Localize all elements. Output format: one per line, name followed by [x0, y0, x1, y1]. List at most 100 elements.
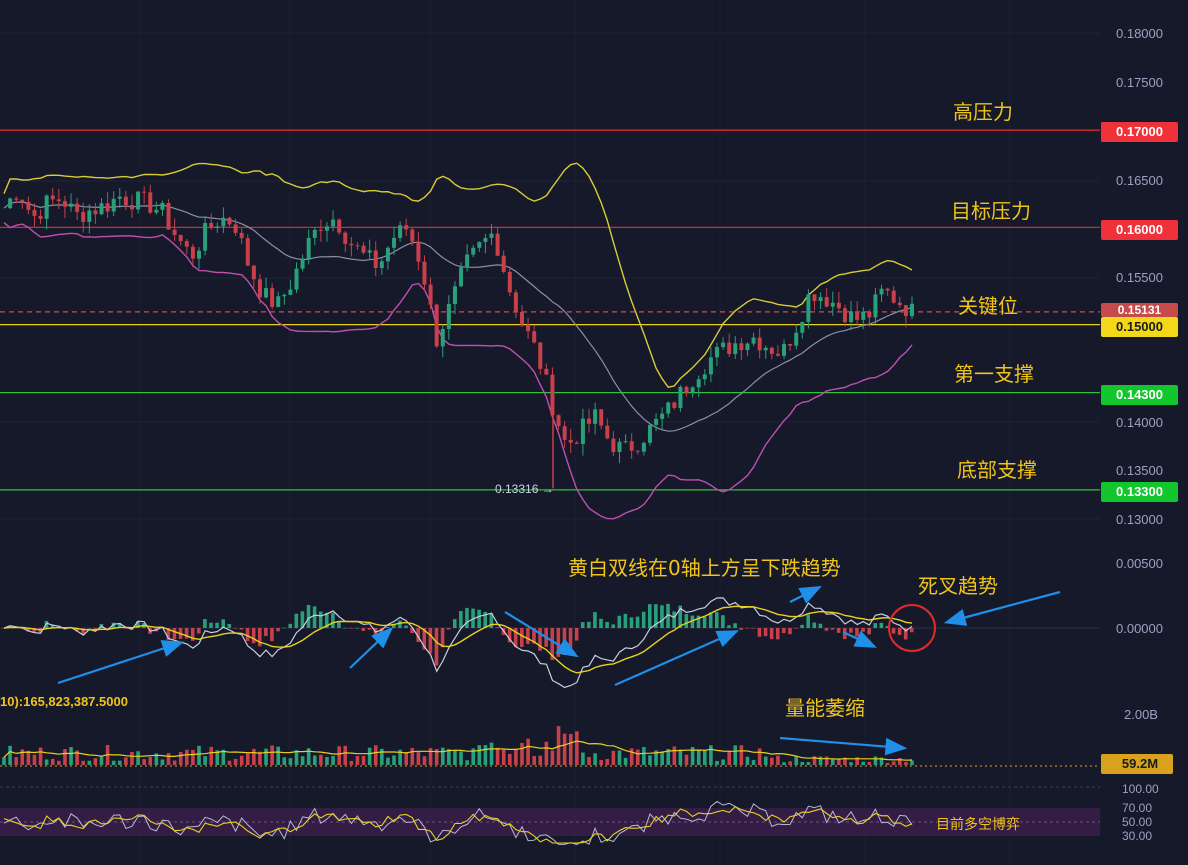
volume-bar: [514, 750, 518, 765]
candle-body: [842, 308, 847, 323]
volume-bar: [898, 758, 902, 765]
volume-bar: [178, 751, 183, 765]
annotation-rsi-note: 目前多空博弈: [936, 817, 1020, 833]
candle-body: [32, 209, 37, 216]
volume-bar: [593, 753, 597, 765]
candle-body: [331, 219, 336, 227]
candle-body: [312, 229, 317, 238]
volume-bar: [57, 760, 61, 765]
volume-bar: [252, 748, 256, 765]
candle-body: [270, 288, 275, 307]
volume-bar: [197, 745, 201, 765]
volume-bar: [763, 756, 768, 765]
candle-body: [684, 386, 689, 393]
macd-panel: [0, 597, 1100, 689]
price-chart[interactable]: [0, 0, 1188, 865]
macd-tick: 0.00000: [1116, 621, 1163, 636]
candle-body: [660, 413, 665, 419]
volume-bar: [319, 754, 323, 765]
candle-body: [428, 284, 433, 305]
candle-body: [56, 199, 61, 202]
volume-bar: [380, 748, 384, 765]
macd-histogram-bar: [824, 628, 829, 631]
volume-bar: [733, 745, 738, 765]
macd-histogram-bar: [519, 628, 524, 647]
volume-bar: [568, 734, 573, 765]
volume-bar: [751, 760, 756, 765]
volume-bar: [373, 745, 378, 765]
macd-histogram-bar: [264, 628, 268, 636]
macd-histogram-bar: [318, 611, 323, 628]
volume-bar: [824, 756, 829, 765]
macd-histogram-bar: [574, 628, 579, 641]
level-badge-high-pressure: 0.17000: [1101, 122, 1178, 142]
candle-body: [483, 237, 488, 242]
macd-histogram-bar: [775, 628, 780, 640]
candle-body: [355, 245, 360, 247]
macd-histogram-bar: [599, 618, 603, 628]
macd-histogram-bar: [526, 628, 530, 644]
macd-histogram-bar: [233, 628, 238, 629]
candle-body: [148, 192, 153, 213]
candle-body: [440, 329, 445, 347]
macd-histogram-bar: [769, 628, 774, 640]
volume-bar: [818, 756, 823, 765]
volume-bar: [294, 750, 299, 765]
volume-bar: [495, 747, 500, 765]
volume-bar: [361, 755, 366, 765]
candle-body: [867, 311, 872, 318]
macd-histogram-bar: [215, 622, 219, 628]
candle-body: [404, 225, 409, 230]
macd-histogram-bar: [172, 628, 177, 640]
volume-bar: [599, 759, 604, 765]
candle-body: [14, 198, 19, 200]
rsi-tick: 100.00: [1122, 782, 1159, 796]
candle-body: [910, 303, 914, 317]
candle-body: [300, 258, 305, 269]
candle-body: [117, 196, 122, 199]
candle-body: [434, 304, 439, 347]
volume-bar: [81, 760, 86, 765]
macd-histogram-bar: [227, 623, 232, 628]
candle-body: [788, 344, 793, 346]
candle-body: [245, 238, 250, 266]
candle-body: [209, 223, 214, 228]
candle-body: [519, 311, 524, 325]
annotation-key-level: 关键位: [958, 294, 1018, 318]
macd-histogram-bar: [331, 612, 335, 628]
candle-body: [891, 290, 896, 303]
volume-bar: [422, 756, 427, 765]
price-levels: [0, 129, 1100, 491]
annotation-arrow: [57, 640, 185, 685]
volume-bar: [507, 753, 512, 765]
volume-bar: [794, 756, 799, 765]
volume-bar: [44, 759, 49, 765]
candle-body: [111, 198, 116, 212]
candle-body: [897, 302, 902, 306]
volume-bar: [331, 756, 335, 765]
candle-body: [166, 203, 171, 230]
annotation-high-pressure: 高压力: [953, 100, 1013, 124]
volume-bar: [386, 757, 390, 765]
candle-body: [318, 229, 323, 231]
volume-bar: [93, 758, 98, 765]
volume-bar: [148, 756, 153, 765]
rsi-tick: 30.00: [1122, 829, 1153, 843]
volume-bar: [185, 749, 189, 765]
candle-body: [471, 247, 476, 255]
candle-body: [81, 211, 86, 222]
candle-body: [641, 442, 646, 452]
macd-histogram-bar: [617, 615, 622, 628]
volume-bar: [63, 749, 67, 765]
volume-bar: [757, 748, 762, 765]
candle-body: [513, 292, 518, 312]
macd-tick: 0.00500: [1116, 556, 1163, 571]
price-tick: 0.16500: [1116, 173, 1163, 188]
macd-histogram-bar: [745, 628, 750, 629]
volume-bar: [233, 758, 238, 765]
macd-histogram-bar: [763, 628, 768, 637]
candle-body: [251, 265, 256, 280]
annotation-volume-note: 量能萎缩: [785, 696, 865, 720]
macd-histogram-bar: [306, 604, 311, 628]
candle-body: [666, 402, 671, 414]
